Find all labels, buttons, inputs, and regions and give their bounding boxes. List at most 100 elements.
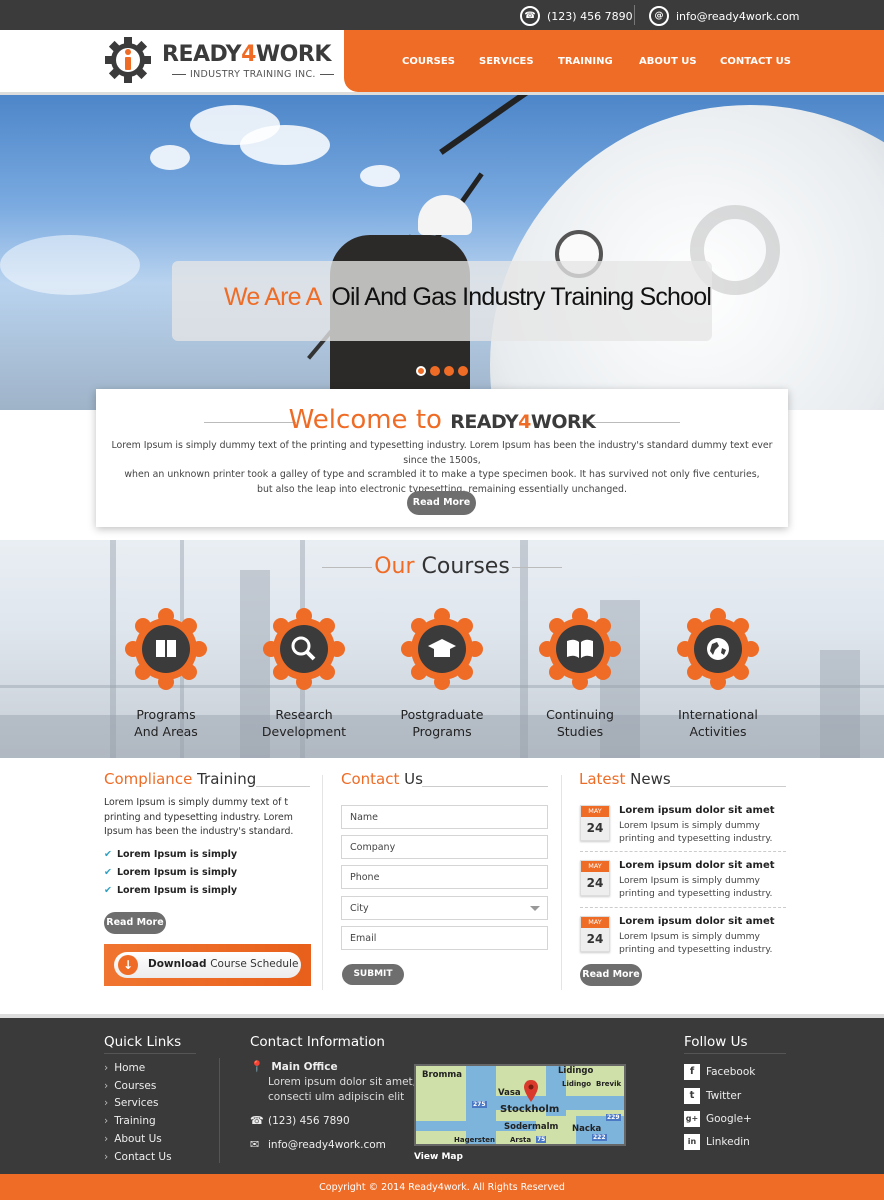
- check-item: ✔ Lorem Ipsum is simply: [104, 884, 238, 896]
- nav-courses[interactable]: COURSES: [402, 56, 455, 67]
- name-field[interactable]: Name: [341, 805, 548, 829]
- social-linkedin[interactable]: in Linkedin: [684, 1134, 750, 1150]
- compliance-checklist: ✔ Lorem Ipsum is simply ✔ Lorem Ipsum is s…: [104, 846, 314, 900]
- news-item[interactable]: MAY 24 Lorem ipsum dolor sit amet Lorem I…: [580, 860, 786, 912]
- calendar-icon: MAY 24: [580, 860, 610, 896]
- news-item[interactable]: MAY 24 Lorem ipsum dolor sit amet Lorem I…: [580, 916, 786, 968]
- check-icon: ✔: [104, 866, 112, 878]
- email-field[interactable]: Email: [341, 926, 548, 950]
- contact-info-title: Contact Information: [250, 1034, 385, 1050]
- check-item: ✔ Lorem Ipsum is simply: [104, 866, 238, 878]
- check-item: ✔ Lorem Ipsum is simply: [104, 848, 238, 860]
- news-item-title[interactable]: Lorem ipsum dolor sit amet: [619, 916, 775, 927]
- map-label: Arsta: [510, 1136, 532, 1144]
- logo-wordmark[interactable]: READY4WORK: [162, 42, 331, 67]
- submit-button[interactable]: SUBMIT: [342, 964, 404, 985]
- magnifier-icon: [263, 608, 345, 690]
- slider-dot[interactable]: [416, 366, 426, 376]
- nav-about-us[interactable]: ABOUT US: [639, 56, 697, 67]
- social-google-plus[interactable]: g+ Google+: [684, 1111, 752, 1127]
- news-item-title[interactable]: Lorem ipsum dolor sit amet: [619, 805, 775, 816]
- copyright-bar: Copyright © 2014 Ready4work. All Rights …: [0, 1174, 884, 1200]
- nav-services[interactable]: SERVICES: [479, 56, 534, 67]
- news-title: Latest News: [579, 770, 671, 788]
- topbar-email[interactable]: @ info@ready4work.com: [649, 6, 800, 26]
- download-label: Download Course Schedule: [148, 958, 299, 970]
- quick-link-training[interactable]: Training: [104, 1113, 172, 1131]
- download-course-schedule-button[interactable]: ↓ Download Course Schedule: [104, 944, 311, 986]
- news-divider: [580, 907, 786, 908]
- footer-divider: [219, 1058, 220, 1163]
- envelope-icon: ✉: [250, 1138, 260, 1151]
- topbar-phone[interactable]: ☎ (123) 456 7890: [520, 6, 633, 26]
- welcome-read-more-button[interactable]: Read More: [407, 491, 476, 515]
- social-facebook[interactable]: f Facebook: [684, 1064, 755, 1080]
- map-label: Lidingo: [562, 1080, 592, 1088]
- slider-dots: [416, 366, 468, 376]
- logo-gear-icon[interactable]: [104, 36, 152, 84]
- column-divider: [561, 775, 562, 990]
- view-map-link[interactable]: View Map: [414, 1152, 463, 1162]
- news-item-text: Lorem Ipsum is simply dummy printing and…: [619, 875, 773, 899]
- title-line: [670, 786, 786, 787]
- footer-phone[interactable]: ☎ (123) 456 7890: [250, 1114, 350, 1127]
- course-international-activities[interactable]: International Activities: [663, 608, 773, 740]
- map-pin-icon: 📍: [250, 1060, 264, 1073]
- footer-title-line: [104, 1053, 196, 1054]
- compliance-read-more-button[interactable]: Read More: [104, 912, 166, 934]
- check-icon: ✔: [104, 884, 112, 896]
- city-select[interactable]: City: [341, 896, 548, 920]
- news-item-title[interactable]: Lorem ipsum dolor sit amet: [619, 860, 775, 871]
- news-divider: [580, 851, 786, 852]
- hero-cloud: [360, 165, 400, 187]
- course-continuing-studies[interactable]: Continuing Studies: [525, 608, 635, 740]
- title-line: [422, 786, 548, 787]
- news-read-more-button[interactable]: Read More: [580, 964, 642, 986]
- main-office: 📍 Main Office: [250, 1060, 338, 1073]
- linkedin-icon: in: [684, 1134, 700, 1150]
- quick-link-contact-us[interactable]: Contact Us: [104, 1149, 171, 1167]
- course-postgraduate-programs[interactable]: Postgraduate Programs: [387, 608, 497, 740]
- courses-section: Our Courses Programs And Areas Research De…: [0, 540, 884, 758]
- course-label: Continuing Studies: [546, 707, 614, 739]
- news-item-text: Lorem Ipsum is simply dummy printing and…: [619, 931, 773, 955]
- hero-cloud: [0, 235, 140, 295]
- slider-dot[interactable]: [430, 366, 440, 376]
- course-research-development[interactable]: Research Development: [249, 608, 359, 740]
- course-label: Research Development: [261, 707, 347, 739]
- office-address: Lorem ipsum dolor sit amet, consecti ulm …: [268, 1076, 416, 1103]
- map-label: Hagersten: [454, 1136, 496, 1144]
- nav-training[interactable]: TRAINING: [558, 56, 613, 67]
- slider-dot[interactable]: [458, 366, 468, 376]
- phone-gear-icon: ☎: [520, 6, 540, 26]
- twitter-icon: t: [684, 1088, 700, 1104]
- map-pin-icon: [524, 1080, 538, 1102]
- location-map[interactable]: Bromma Lidingo Vasa Lidingo Brevik Stock…: [414, 1064, 626, 1146]
- map-label: Vasa: [498, 1088, 521, 1098]
- company-field[interactable]: Company: [341, 835, 548, 859]
- open-book-icon: [539, 608, 621, 690]
- top-bar: ☎ (123) 456 7890 @ info@ready4work.com: [0, 0, 884, 30]
- quick-links: Home Courses Services Training About Us …: [104, 1060, 172, 1167]
- phone-field[interactable]: Phone: [341, 865, 548, 889]
- quick-link-home[interactable]: Home: [104, 1060, 172, 1078]
- news-item[interactable]: MAY 24 Lorem ipsum dolor sit amet Lorem I…: [580, 805, 786, 857]
- map-road-label: 222: [592, 1134, 607, 1141]
- footer-email[interactable]: ✉ info@ready4work.com: [250, 1138, 386, 1151]
- quick-link-about-us[interactable]: About Us: [104, 1131, 172, 1149]
- quick-link-courses[interactable]: Courses: [104, 1078, 172, 1096]
- quick-links-title: Quick Links: [104, 1034, 182, 1050]
- courses-title: Our Courses: [374, 554, 510, 579]
- contact-title: Contact Us: [341, 770, 423, 788]
- chevron-down-icon: [530, 906, 540, 911]
- hero-gas-tank: [490, 105, 884, 410]
- social-twitter[interactable]: t Twitter: [684, 1088, 741, 1104]
- bg-pipe: [820, 650, 860, 758]
- course-programs-and-areas[interactable]: Programs And Areas: [111, 608, 221, 740]
- topbar-phone-text: (123) 456 7890: [547, 9, 633, 23]
- slider-dot[interactable]: [444, 366, 454, 376]
- map-label: Sodermalm: [504, 1122, 559, 1132]
- quick-link-services[interactable]: Services: [104, 1095, 172, 1113]
- facebook-icon: f: [684, 1064, 700, 1080]
- nav-contact-us[interactable]: CONTACT US: [720, 56, 791, 67]
